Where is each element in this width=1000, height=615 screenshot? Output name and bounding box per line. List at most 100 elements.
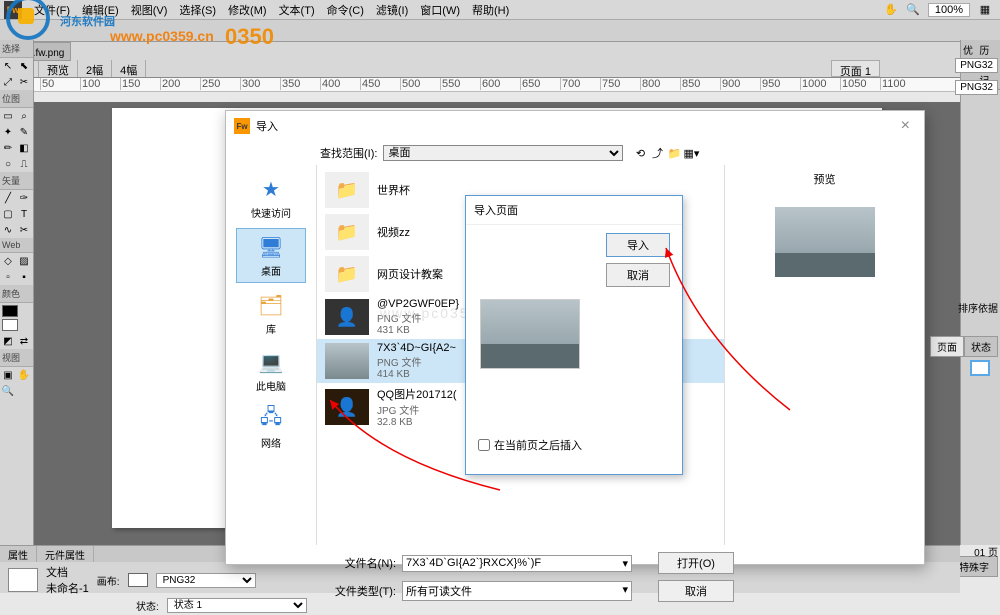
rect-tool-icon[interactable]: ▢	[0, 206, 16, 222]
new-folder-icon[interactable]: 📁	[667, 146, 681, 160]
import-thumbnail[interactable]	[480, 299, 580, 369]
canvas-color-swatch[interactable]	[128, 573, 148, 587]
view-4up[interactable]: 4幅	[112, 60, 146, 77]
image-icon: 👤	[325, 299, 369, 335]
filetype-label: 文件类型(T):	[320, 583, 396, 599]
canvas-label: 画布:	[97, 573, 120, 588]
knife-tool-icon[interactable]: ✂	[16, 222, 32, 238]
horizontal-ruler: 0501001502002503003504004505005506006507…	[0, 78, 1000, 92]
hotspot-tool-icon[interactable]: ◇	[0, 253, 16, 269]
hand-tool-icon[interactable]: ✋	[882, 1, 900, 19]
pencil-tool-icon[interactable]: ✏	[0, 140, 16, 156]
text-tool-icon[interactable]: T	[16, 206, 32, 222]
toolbox-vector-label: 矢量	[0, 172, 33, 190]
format-select-2[interactable]: PNG32	[955, 80, 998, 95]
lasso-tool-icon[interactable]: ⌕	[16, 108, 32, 124]
blur-tool-icon[interactable]: ○	[0, 156, 16, 172]
image-icon: 👤	[325, 389, 369, 425]
line-tool-icon[interactable]: ╱	[0, 190, 16, 206]
cancel-button[interactable]: 取消	[658, 580, 734, 602]
menu-command[interactable]: 命令(C)	[321, 2, 370, 18]
menu-edit[interactable]: 编辑(E)	[76, 2, 125, 18]
menu-file[interactable]: 文件(F)	[28, 2, 76, 18]
lookup-select[interactable]: 桌面	[383, 145, 623, 161]
star-icon: ★	[255, 175, 287, 203]
menu-select[interactable]: 选择(S)	[173, 2, 222, 18]
folder-icon: 📁	[325, 214, 369, 250]
hide-slice-icon[interactable]: ▫	[0, 269, 16, 285]
hand-icon[interactable]: ✋	[16, 367, 32, 383]
filename-label: 文件名(N):	[320, 555, 396, 571]
nav-quick-access[interactable]: ★ 快速访问	[236, 171, 306, 224]
nav-library[interactable]: 🗂 库	[236, 287, 306, 340]
state-label: 状态:	[136, 598, 159, 613]
page-count-label: 01 页	[974, 544, 998, 559]
scale-tool-icon[interactable]: ⤢	[0, 74, 16, 90]
subselect-tool-icon[interactable]: ⬉	[16, 58, 32, 74]
pen-tool-icon[interactable]: ✑	[16, 190, 32, 206]
symbol-props-tab[interactable]: 元件属性	[37, 546, 94, 562]
folder-icon: 📁	[325, 172, 369, 208]
fill-swatch[interactable]	[2, 319, 18, 331]
swap-colors-icon[interactable]: ⇄	[16, 333, 32, 349]
sub-cancel-button[interactable]: 取消	[606, 263, 670, 287]
brush-tool-icon[interactable]: ✎	[16, 124, 32, 140]
states-tab[interactable]: 状态	[964, 336, 998, 357]
back-icon[interactable]: ⟲	[633, 146, 647, 160]
default-colors-icon[interactable]: ◩	[0, 333, 16, 349]
page-thumbnail[interactable]	[970, 360, 990, 376]
menu-filter[interactable]: 滤镜(I)	[370, 2, 414, 18]
marquee-tool-icon[interactable]: ▭	[0, 108, 16, 124]
insert-after-label: 在当前页之后插入	[494, 437, 582, 453]
menu-window[interactable]: 窗口(W)	[414, 2, 466, 18]
toolbox-bitmap-label: 位图	[0, 90, 33, 108]
nav-network[interactable]: 🖧 网络	[236, 401, 306, 454]
network-icon: 🖧	[255, 405, 287, 433]
zoom-tool-icon[interactable]: 🔍	[904, 1, 922, 19]
wand-tool-icon[interactable]: ✦	[0, 124, 16, 140]
show-slice-icon[interactable]: ▪	[16, 269, 32, 285]
menu-help[interactable]: 帮助(H)	[466, 2, 515, 18]
nav-desktop[interactable]: 🖥 桌面	[236, 228, 306, 283]
filetype-combo[interactable]: 所有可读文件 ▾	[402, 581, 632, 601]
sub-dialog-title: 导入页面	[466, 196, 682, 225]
eraser-tool-icon[interactable]: ◧	[16, 140, 32, 156]
insert-after-checkbox[interactable]	[478, 439, 490, 451]
slice-tool-icon[interactable]: ▨	[16, 253, 32, 269]
format-select-1[interactable]: PNG32	[955, 58, 998, 73]
zoom-icon[interactable]: 🔍	[0, 383, 16, 399]
menu-text[interactable]: 文本(T)	[273, 2, 321, 18]
stroke-swatch[interactable]	[2, 305, 18, 317]
pages-tab[interactable]: 页面	[930, 336, 964, 357]
freeform-tool-icon[interactable]: ∿	[0, 222, 16, 238]
pointer-tool-icon[interactable]: ↖	[0, 58, 16, 74]
image-icon	[325, 343, 369, 379]
menu-view[interactable]: 视图(V)	[125, 2, 174, 18]
properties-tab[interactable]: 属性	[0, 546, 37, 562]
layout-icon[interactable]: ▦	[976, 1, 994, 19]
screen-mode-icon[interactable]: ▣	[0, 367, 16, 383]
zoom-level[interactable]: 100%	[928, 3, 970, 17]
page-label[interactable]: 页面 1	[831, 60, 880, 77]
nav-sidebar: ★ 快速访问 🖥 桌面 🗂 库 💻 此电脑 🖧 网络	[226, 165, 316, 545]
menu-modify[interactable]: 修改(M)	[222, 2, 273, 18]
filename-combo[interactable]: 7X3`4D`GI{A2`}RXCX}%`)F ▾	[402, 555, 632, 572]
doc-label: 文档	[46, 564, 89, 580]
preview-image	[775, 207, 875, 277]
nav-this-pc[interactable]: 💻 此电脑	[236, 344, 306, 397]
document-tab-strip: 页:-1.fw.png	[0, 42, 1000, 60]
stamp-tool-icon[interactable]: ⎍	[16, 156, 32, 172]
crop-tool-icon[interactable]: ✂	[16, 74, 32, 90]
watermark-number: 0350	[225, 24, 274, 50]
dialog-title: 导入	[256, 118, 278, 134]
import-button[interactable]: 导入	[606, 233, 670, 257]
preview-title: 预览	[731, 171, 918, 187]
up-icon[interactable]: ⤴	[650, 146, 664, 160]
close-icon[interactable]: ×	[895, 117, 916, 135]
view-preview[interactable]: 预览	[39, 60, 78, 77]
computer-icon: 💻	[255, 348, 287, 376]
view-menu-icon[interactable]: ▦▾	[684, 146, 698, 160]
view-2up[interactable]: 2幅	[78, 60, 112, 77]
open-button[interactable]: 打开(O)	[658, 552, 734, 574]
page-state-tabs: 页面 状态	[930, 336, 998, 357]
